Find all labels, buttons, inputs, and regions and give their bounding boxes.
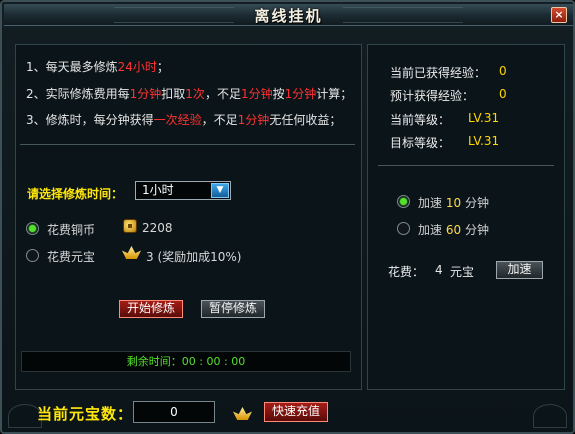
current-ingot-label: 当前元宝数：: [37, 405, 134, 423]
ingot-cost-value: 3 (奖励加成10%): [146, 250, 242, 264]
current-ingot-value: 0: [133, 401, 215, 423]
speedup-cost-unit: 元宝: [450, 265, 475, 279]
rule-2-text-2: 扣取: [161, 87, 186, 101]
speedup-10-label: 加速 10 分钟: [418, 194, 489, 211]
duration-label: 请选择修炼时间：: [27, 187, 124, 201]
rule-3-highlight-2: 1分钟: [237, 113, 270, 127]
rule-2-suffix: 计算；: [316, 87, 353, 101]
current-level-label: 当前等级：: [390, 113, 451, 127]
pause-training-button[interactable]: 暂停修炼: [201, 300, 266, 318]
duration-selected-value: 1小时: [142, 183, 174, 197]
title-bar: 离线挂机 ×: [4, 4, 573, 26]
right-corner-decoration: [533, 404, 567, 428]
speedup-10-prefix: 加速: [418, 196, 443, 210]
footer-gold-ingot-icon: [233, 407, 252, 420]
speedup-cost-value: 4: [435, 263, 443, 277]
ingot-payment-label: 花费元宝: [47, 250, 96, 264]
estimated-exp-label: 预计获得经验：: [390, 89, 475, 103]
speedup-60-radio[interactable]: [397, 222, 410, 235]
speedup-60-unit: 分钟: [464, 223, 489, 237]
training-settings-panel: 1、每天最多修炼24小时； 2、实际修炼费用每1分钟扣取1次，不足1分钟按1分钟…: [15, 44, 362, 390]
rule-1-highlight: 24小时: [117, 60, 157, 74]
speedup-10-amount: 10: [445, 196, 462, 210]
current-exp-value: 0: [499, 64, 507, 78]
rule-line-1: 1、每天最多修炼24小时；: [26, 58, 169, 75]
speedup-cost-label: 花费：: [388, 265, 425, 279]
speedup-10-unit: 分钟: [464, 196, 489, 210]
quick-recharge-button[interactable]: 快速充值: [264, 402, 329, 422]
current-level-value: LV.31: [468, 111, 500, 125]
speedup-60-amount: 60: [445, 223, 462, 237]
rule-1-prefix: 1、每天最多修炼: [26, 60, 118, 74]
rule-2-highlight-1: 1分钟: [129, 87, 162, 101]
rule-2-text-4: 按: [272, 87, 285, 101]
remaining-time-value: 00 : 00 : 00: [181, 355, 246, 368]
speedup-divider: [378, 165, 554, 166]
estimated-exp-value: 0: [499, 87, 507, 101]
rule-2-text-1: 2、实际修炼费用每: [26, 87, 130, 101]
window-title: 离线挂机: [254, 7, 323, 25]
remaining-time-bar: 剩余时间：00 : 00 : 00: [21, 351, 351, 372]
ingot-payment-radio[interactable]: [26, 249, 39, 262]
speedup-10-radio[interactable]: [397, 195, 410, 208]
speedup-60-label: 加速 60 分钟: [418, 221, 489, 238]
rule-3-prefix: 3、修炼时，每分钟获得: [26, 113, 154, 127]
start-training-button[interactable]: 开始修炼: [119, 300, 184, 318]
rule-2-highlight-2: 1次: [185, 87, 205, 101]
copper-coin-icon: [123, 219, 137, 233]
rule-2-highlight-3: 1分钟: [240, 87, 273, 101]
rule-line-2: 2、实际修炼费用每1分钟扣取1次，不足1分钟按1分钟计算；: [26, 85, 352, 102]
rule-line-3: 3、修炼时，每分钟获得一次经验，不足1分钟无任何收益；: [26, 111, 341, 128]
rule-3-suffix: 无任何收益；: [269, 113, 342, 127]
rule-2-highlight-4: 1分钟: [284, 87, 317, 101]
close-button[interactable]: ×: [551, 7, 567, 23]
duration-select[interactable]: 1小时 ▼: [135, 181, 231, 200]
copper-cost-value: 2208: [142, 221, 173, 235]
gold-ingot-icon: [122, 246, 141, 259]
offline-training-window: 离线挂机 × 1、每天最多修炼24小时； 2、实际修炼费用每1分钟扣取1次，不足…: [0, 0, 575, 434]
copper-payment-label: 花费铜币: [47, 223, 96, 237]
copper-payment-radio[interactable]: [26, 222, 39, 235]
speedup-button[interactable]: 加速: [496, 261, 543, 279]
remaining-time-label: 剩余时间：: [126, 355, 182, 368]
rule-3-highlight-1: 一次经验: [153, 113, 202, 127]
rule-2-text-3: ，不足: [204, 87, 241, 101]
rule-3-middle: ，不足: [201, 113, 238, 127]
experience-panel: 当前已获得经验： 0 预计获得经验： 0 当前等级： LV.31 目标等级： L…: [367, 44, 565, 390]
settings-divider: [20, 144, 355, 145]
speedup-60-prefix: 加速: [418, 223, 443, 237]
target-level-label: 目标等级：: [390, 136, 451, 150]
current-exp-label: 当前已获得经验：: [390, 66, 487, 80]
chevron-down-icon[interactable]: ▼: [211, 183, 229, 198]
rule-1-suffix: ；: [156, 60, 169, 74]
target-level-value: LV.31: [468, 134, 500, 148]
